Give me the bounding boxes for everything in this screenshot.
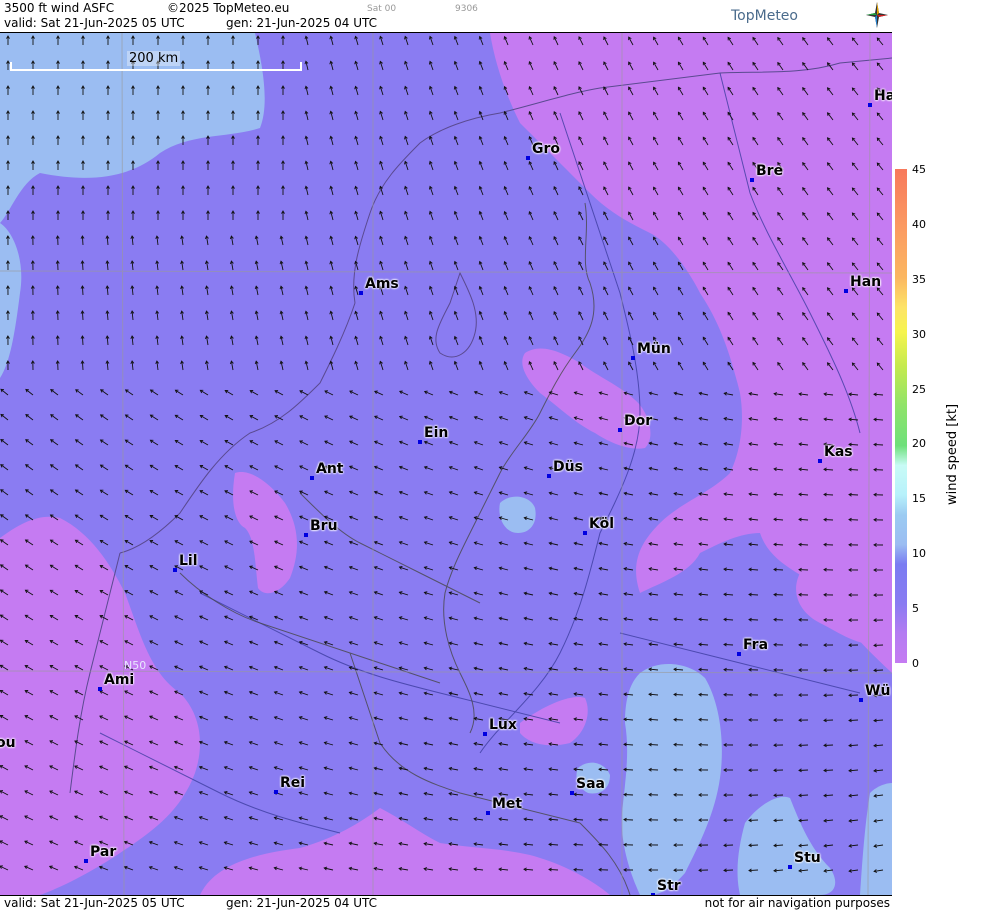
compass-star-icon — [866, 2, 888, 28]
city-marker — [547, 474, 551, 478]
footer-valid-time: valid: Sat 21-Jun-2025 05 UTC — [4, 896, 185, 910]
city-label: Par — [90, 844, 116, 860]
city-label: ou — [0, 735, 16, 751]
legend-tick-label: 35 — [912, 273, 926, 286]
city-marker — [788, 865, 792, 869]
legend-tick-label: 20 — [912, 437, 926, 450]
city-label: Met — [492, 796, 522, 812]
city-label: Bru — [310, 518, 338, 534]
city-label: Fra — [743, 637, 768, 653]
city-marker — [570, 791, 574, 795]
city-label: Rei — [280, 775, 305, 791]
city-marker — [631, 356, 635, 360]
city-label: Gro — [532, 141, 560, 157]
generated-time: gen: 21-Jun-2025 04 UTC — [226, 16, 377, 30]
city-label: Saa — [576, 776, 605, 792]
city-label: Ein — [424, 425, 448, 441]
legend-tick-label: 15 — [912, 492, 926, 505]
legend-title: wind speed [kt] — [945, 404, 960, 505]
header-bar: 3500 ft wind ASFC ©2025 TopMeteo.eu Sat … — [0, 0, 892, 33]
city-label: Str — [657, 878, 681, 894]
city-marker — [274, 790, 278, 794]
city-marker — [526, 156, 530, 160]
city-label: Mün — [637, 341, 671, 357]
footer-generated-time: gen: 21-Jun-2025 04 UTC — [226, 896, 377, 910]
city-label: Han — [850, 274, 881, 290]
city-marker — [483, 732, 487, 736]
city-label: Stu — [794, 850, 821, 866]
wind-map: 200 km N50 Gro Bre Ha Ams Han Mün Dor Ein Kas Ant… — [0, 33, 892, 895]
city-marker — [844, 289, 848, 293]
city-label: Lil — [179, 553, 198, 569]
city-label: Ant — [316, 461, 344, 477]
footer-bar: valid: Sat 21-Jun-2025 05 UTC gen: 21-Ju… — [0, 895, 892, 910]
city-marker — [84, 859, 88, 863]
city-marker — [304, 533, 308, 537]
city-label: Düs — [553, 459, 583, 475]
city-marker — [737, 652, 741, 656]
city-marker — [859, 698, 863, 702]
run-label: Sat 00 — [367, 4, 396, 14]
city-marker — [418, 440, 422, 444]
copyright-text: ©2025 TopMeteo.eu — [167, 1, 289, 15]
legend-tick-label: 40 — [912, 218, 926, 231]
legend-tick-label: 10 — [912, 547, 926, 560]
logo-text: TopMeteo — [731, 8, 798, 24]
topmeteo-logo: TopMeteo — [731, 8, 798, 24]
city-label: Ami — [104, 672, 134, 688]
city-marker — [98, 687, 102, 691]
city-marker — [750, 178, 754, 182]
city-label: Kas — [824, 444, 853, 460]
city-marker — [618, 428, 622, 432]
legend-tick-label: 30 — [912, 328, 926, 341]
legend-color-bar — [895, 169, 907, 663]
legend-tick-label: 0 — [912, 657, 919, 670]
city-marker — [310, 476, 314, 480]
scale-bar-label: 200 km — [127, 51, 180, 66]
run-number: 9306 — [455, 4, 478, 14]
city-label: Ams — [365, 276, 399, 292]
legend-tick-label: 45 — [912, 163, 926, 176]
valid-time: valid: Sat 21-Jun-2025 05 UTC — [4, 16, 185, 30]
city-label: Dor — [624, 413, 652, 429]
city-label: Ha — [874, 88, 892, 104]
product-title: 3500 ft wind ASFC — [4, 1, 114, 15]
legend-tick-label: 25 — [912, 383, 926, 396]
latitude-label: N50 — [124, 659, 146, 672]
city-marker — [818, 459, 822, 463]
city-label: Lux — [489, 717, 517, 733]
city-label: Wü — [865, 683, 890, 699]
city-label: Köl — [589, 516, 614, 532]
city-marker — [173, 568, 177, 572]
city-marker — [583, 531, 587, 535]
footer-disclaimer: not for air navigation purposes — [705, 896, 890, 910]
city-marker — [359, 291, 363, 295]
city-marker — [868, 103, 872, 107]
city-label: Bre — [756, 163, 783, 179]
city-marker — [486, 811, 490, 815]
legend-tick-label: 5 — [912, 602, 919, 615]
color-legend: 45 40 35 30 25 20 15 10 5 0 — [892, 0, 983, 909]
